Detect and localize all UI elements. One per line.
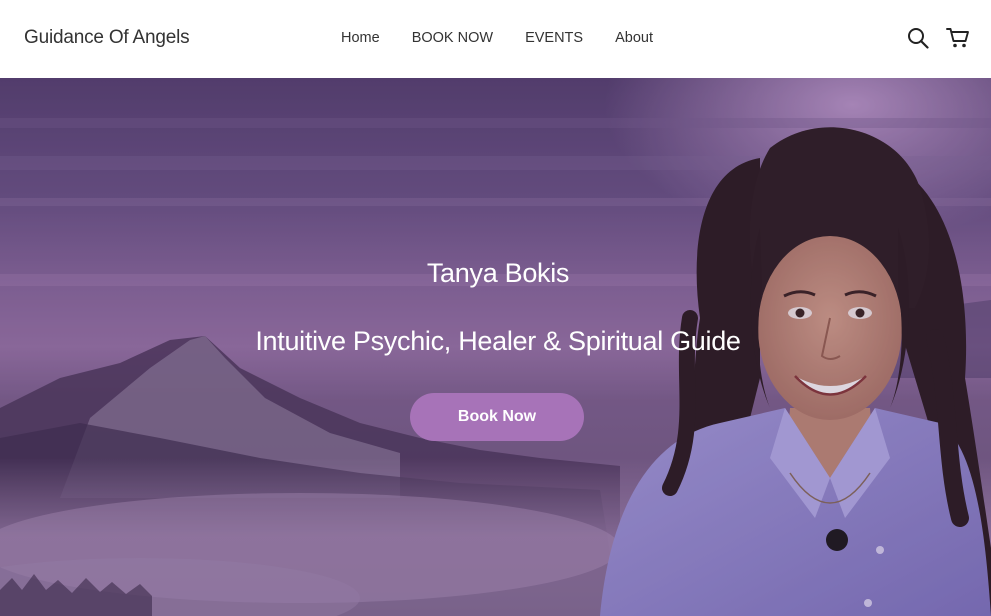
nav-item-home[interactable]: Home [341, 30, 380, 46]
hero-subtitle: Intuitive Psychic, Healer & Spiritual Gu… [255, 326, 741, 356]
hero-banner: Tanya Bokis Intuitive Psychic, Healer & … [0, 78, 991, 616]
nav-item-book-now[interactable]: BOOK NOW [412, 30, 493, 46]
site-logo-link[interactable]: Guidance Of Angels [24, 27, 190, 49]
cart-button[interactable] [946, 26, 970, 50]
search-button[interactable] [906, 26, 930, 50]
search-icon [908, 28, 929, 49]
nav-item-about[interactable]: About [615, 30, 653, 46]
main-nav: Home BOOK NOW EVENTS About [341, 30, 685, 46]
site-header: Guidance Of Angels Home BOOK NOW EVENTS … [0, 0, 991, 78]
nav-item-events[interactable]: EVENTS [525, 30, 583, 46]
hero-name: Tanya Bokis [426, 258, 570, 288]
cart-icon [946, 28, 969, 48]
book-now-button[interactable]: Book Now [410, 393, 584, 441]
